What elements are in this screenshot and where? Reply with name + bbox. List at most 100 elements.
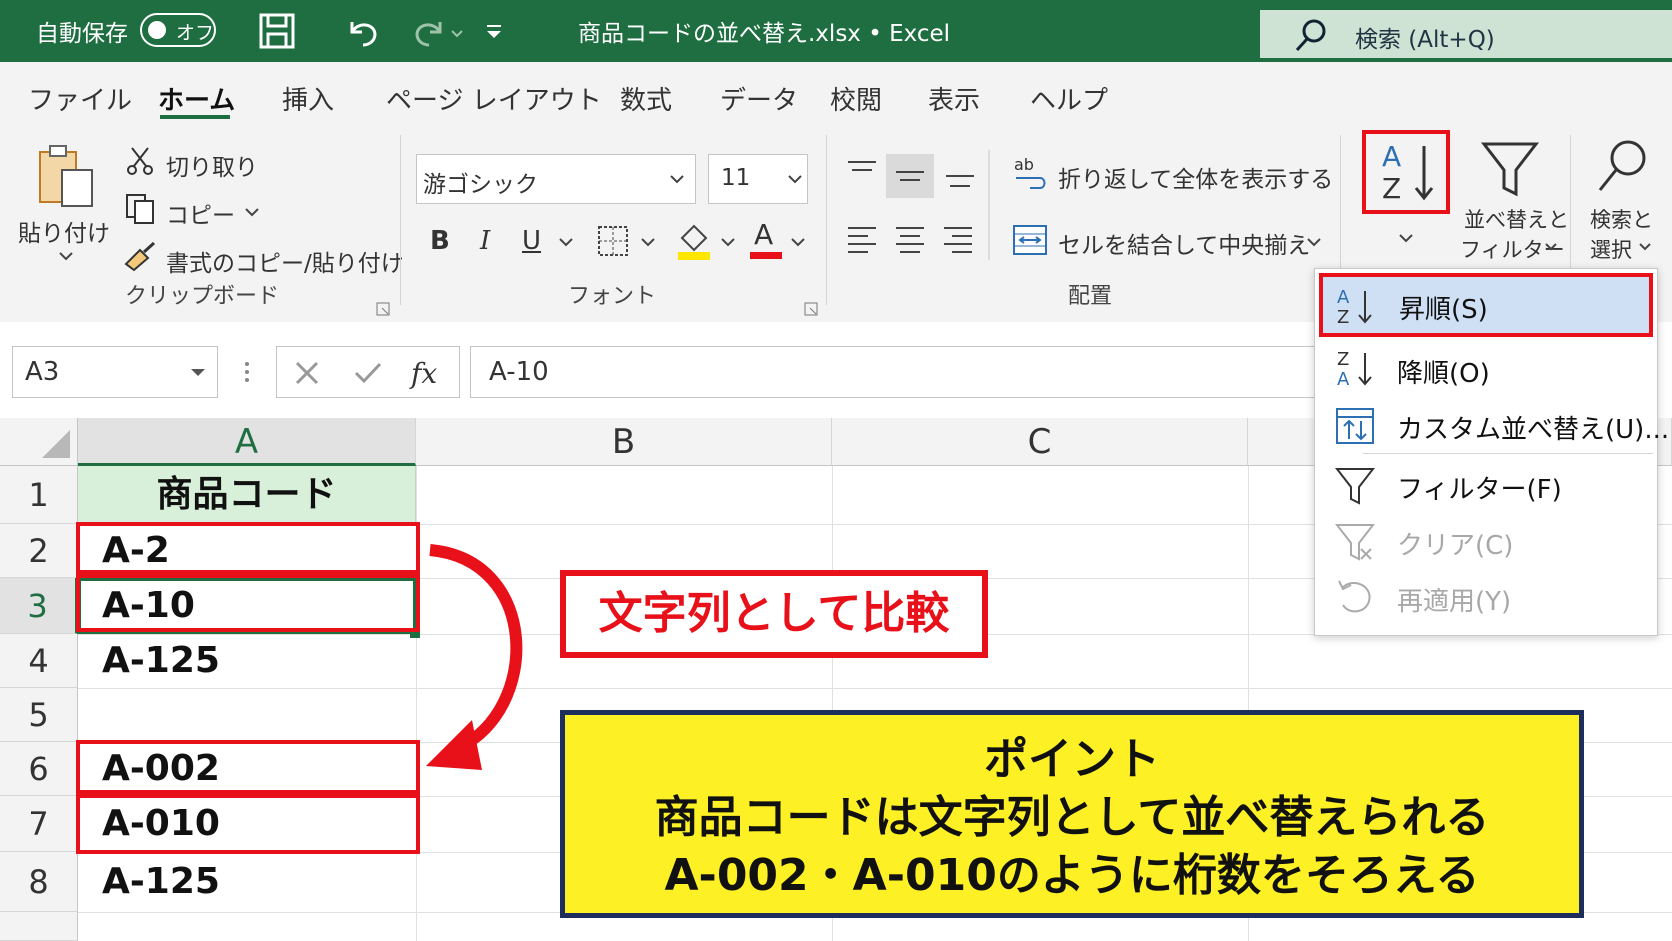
bold-button[interactable]: B xyxy=(430,226,450,256)
cell-a5[interactable] xyxy=(78,688,416,742)
curved-arrow-icon xyxy=(426,544,523,770)
find-select-label-2[interactable]: 選択 xyxy=(1590,234,1632,264)
paste-chevron-icon[interactable] xyxy=(58,250,74,262)
align-center-icon[interactable] xyxy=(892,222,928,256)
paste-icon[interactable] xyxy=(36,142,98,212)
find-select-label-1[interactable]: 検索と xyxy=(1590,204,1653,234)
paste-label[interactable]: 貼り付け xyxy=(18,214,110,248)
column-header-a[interactable]: A xyxy=(78,418,416,466)
borders-chevron-icon[interactable] xyxy=(640,236,656,248)
align-middle-icon xyxy=(896,171,924,181)
align-middle-button[interactable] xyxy=(886,154,934,198)
find-chevron-icon[interactable] xyxy=(1638,242,1652,252)
clipboard-launcher-icon[interactable] xyxy=(376,302,392,318)
redo-icon[interactable] xyxy=(412,14,468,48)
row-header-6[interactable]: 6 xyxy=(0,742,78,796)
align-bottom-icon[interactable] xyxy=(942,158,978,192)
tab-home[interactable]: ホーム xyxy=(158,80,235,117)
alignment-group-label: 配置 xyxy=(1068,284,1113,309)
sort-filter-chevron-icon[interactable] xyxy=(1544,242,1558,252)
column-header-b[interactable]: B xyxy=(416,418,832,466)
cell-a8[interactable]: A-125 xyxy=(78,852,416,912)
merge-center-button[interactable]: セルを結合して中央揃え xyxy=(1058,226,1310,260)
align-left-icon[interactable] xyxy=(844,222,880,256)
tab-review[interactable]: 校閲 xyxy=(830,80,882,117)
point-title: ポイント xyxy=(984,734,1160,785)
highlight-box-a6 xyxy=(76,740,420,794)
autosave-toggle[interactable]: オフ xyxy=(140,13,216,47)
sort-chevron-icon[interactable] xyxy=(1398,232,1414,244)
customize-qat-icon[interactable] xyxy=(484,22,504,42)
svg-text:Z: Z xyxy=(1382,172,1401,205)
menu-item-reapply: 再適用(Y) xyxy=(1315,571,1657,627)
fill-color-icon[interactable] xyxy=(676,220,712,262)
name-box[interactable]: A3 xyxy=(12,346,218,398)
cut-button[interactable]: 切り取り xyxy=(166,148,258,182)
row-header-2[interactable]: 2 xyxy=(0,524,78,578)
align-right-icon[interactable] xyxy=(940,222,976,256)
find-icon[interactable] xyxy=(1594,138,1650,198)
highlight-box-a2 xyxy=(76,522,420,574)
underline-chevron-icon[interactable] xyxy=(558,236,574,248)
formula-input[interactable]: A-10 xyxy=(470,346,1320,398)
format-painter-button[interactable]: 書式のコピー/貼り付け xyxy=(166,244,404,278)
tab-file[interactable]: ファイル xyxy=(28,80,132,117)
insert-function-button[interactable]: fx xyxy=(411,357,437,390)
filter-icon[interactable] xyxy=(1480,138,1540,200)
copy-icon xyxy=(126,194,154,224)
cell-a1-header[interactable]: 商品コード xyxy=(78,466,416,524)
row-header-5[interactable]: 5 xyxy=(0,688,78,742)
menu-item-sort-ascending[interactable]: AZ 昇順(S) xyxy=(1319,273,1653,337)
font-color-chevron-icon[interactable] xyxy=(790,236,806,248)
sort-filter-label-1[interactable]: 並べ替えと xyxy=(1464,204,1569,234)
font-color-swatch xyxy=(750,252,782,259)
italic-button[interactable]: I xyxy=(480,226,490,256)
menu-item-filter[interactable]: フィルター(F) xyxy=(1315,459,1657,515)
row-header-7[interactable]: 7 xyxy=(0,796,78,852)
search-placeholder: 検索 (Alt+Q) xyxy=(1355,27,1495,53)
font-color-button[interactable]: A xyxy=(754,218,773,251)
menu-item-clear: クリア(C) xyxy=(1315,515,1657,571)
clear-label: クリア(C) xyxy=(1397,531,1514,561)
select-all-corner[interactable] xyxy=(0,418,78,466)
copy-chevron-icon[interactable] xyxy=(244,206,260,218)
sort-az-button[interactable]: A Z xyxy=(1362,130,1450,214)
tab-help[interactable]: ヘルプ xyxy=(1030,80,1108,117)
clear-filter-icon xyxy=(1335,524,1375,561)
align-top-icon[interactable] xyxy=(844,154,880,188)
row-header-4[interactable]: 4 xyxy=(0,634,78,688)
column-header-c[interactable]: C xyxy=(832,418,1248,466)
search-box[interactable]: 検索 (Alt+Q) xyxy=(1260,10,1672,58)
tab-formulas[interactable]: 数式 xyxy=(620,80,672,117)
borders-icon[interactable] xyxy=(596,224,630,258)
cancel-icon[interactable] xyxy=(293,359,321,387)
row-header-8[interactable]: 8 xyxy=(0,852,78,912)
save-icon[interactable] xyxy=(258,12,296,50)
enter-icon[interactable] xyxy=(353,359,383,387)
tab-page-layout[interactable]: ページ レイアウト xyxy=(386,80,602,117)
merge-chevron-icon[interactable] xyxy=(1306,236,1322,248)
font-size-dropdown[interactable]: 11 xyxy=(708,154,808,204)
font-name-dropdown[interactable]: 游ゴシック xyxy=(416,154,696,204)
compare-as-string-label: 文字列として比較 xyxy=(560,570,988,658)
cell-a4[interactable]: A-125 xyxy=(78,634,416,688)
tab-data[interactable]: データ xyxy=(720,80,798,117)
toggle-knob xyxy=(148,21,166,39)
row-header-3[interactable]: 3 xyxy=(0,578,78,634)
undo-icon[interactable] xyxy=(344,14,380,48)
wrap-text-button[interactable]: 折り返して全体を表示する xyxy=(1058,160,1333,194)
active-tab-indicator xyxy=(160,115,230,119)
fill-chevron-icon[interactable] xyxy=(720,236,736,248)
copy-button[interactable]: コピー xyxy=(166,196,235,230)
font-launcher-icon[interactable] xyxy=(804,302,820,318)
row-header-9[interactable] xyxy=(0,912,78,941)
menu-item-custom-sort[interactable]: カスタム並べ替え(U)... xyxy=(1315,399,1669,455)
tab-view[interactable]: 表示 xyxy=(928,80,980,117)
toggle-label: オフ xyxy=(176,22,215,44)
menu-item-sort-descending[interactable]: ZA 降順(O) xyxy=(1315,341,1657,399)
scissors-icon xyxy=(127,147,153,175)
more-options-icon[interactable] xyxy=(240,358,254,388)
underline-button[interactable]: U xyxy=(522,226,541,256)
tab-insert[interactable]: 挿入 xyxy=(282,80,334,117)
row-header-1[interactable]: 1 xyxy=(0,466,78,524)
